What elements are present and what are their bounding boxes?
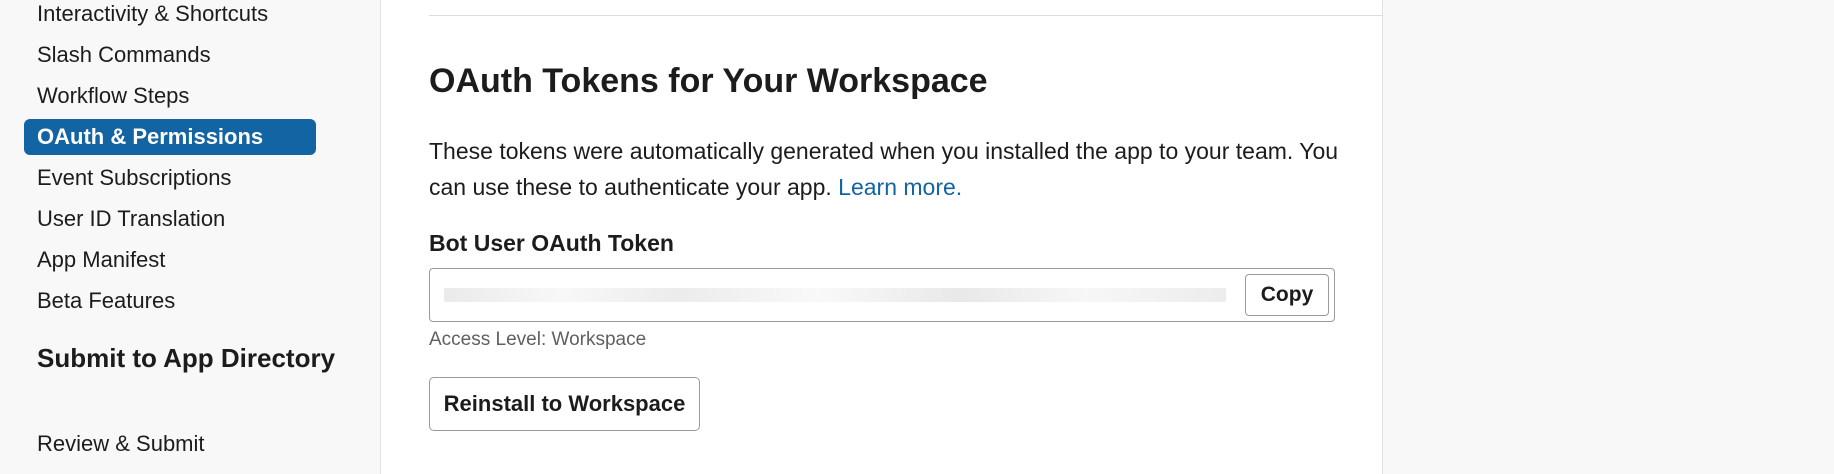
right-empty-pane [1383,0,1834,474]
sidebar-item-slash-commands[interactable]: Slash Commands [24,37,316,73]
learn-more-link[interactable]: Learn more. [838,174,962,200]
section-title: OAuth Tokens for Your Workspace [429,62,988,100]
sidebar-item-workflow-steps[interactable]: Workflow Steps [24,78,316,114]
main-panel: OAuth Tokens for Your Workspace These to… [381,0,1383,474]
sidebar-item-interactivity-shortcuts[interactable]: Interactivity & Shortcuts [24,0,316,32]
sidebar-section-heading: Submit to App Directory [37,343,336,373]
sidebar: Interactivity & Shortcuts Slash Commands… [0,0,381,474]
sidebar-item-beta-features[interactable]: Beta Features [24,283,316,319]
section-divider [429,15,1383,16]
sidebar-item-app-manifest[interactable]: App Manifest [24,242,316,278]
app-settings-page: Interactivity & Shortcuts Slash Commands… [0,0,1834,474]
sidebar-item-review-submit[interactable]: Review & Submit [24,426,316,462]
reinstall-workspace-button[interactable]: Reinstall to Workspace [429,377,700,431]
access-level-text: Access Level: Workspace [429,329,647,350]
section-description: These tokens were automatically generate… [429,133,1369,205]
copy-token-button[interactable]: Copy [1245,274,1329,316]
bot-token-field: Copy [429,268,1335,322]
bot-token-label: Bot User OAuth Token [429,230,674,256]
sidebar-item-oauth-permissions[interactable]: OAuth & Permissions [24,119,316,155]
token-redaction [444,288,1226,302]
sidebar-item-user-id-translation[interactable]: User ID Translation [24,201,316,237]
sidebar-item-event-subscriptions[interactable]: Event Subscriptions [24,160,316,196]
